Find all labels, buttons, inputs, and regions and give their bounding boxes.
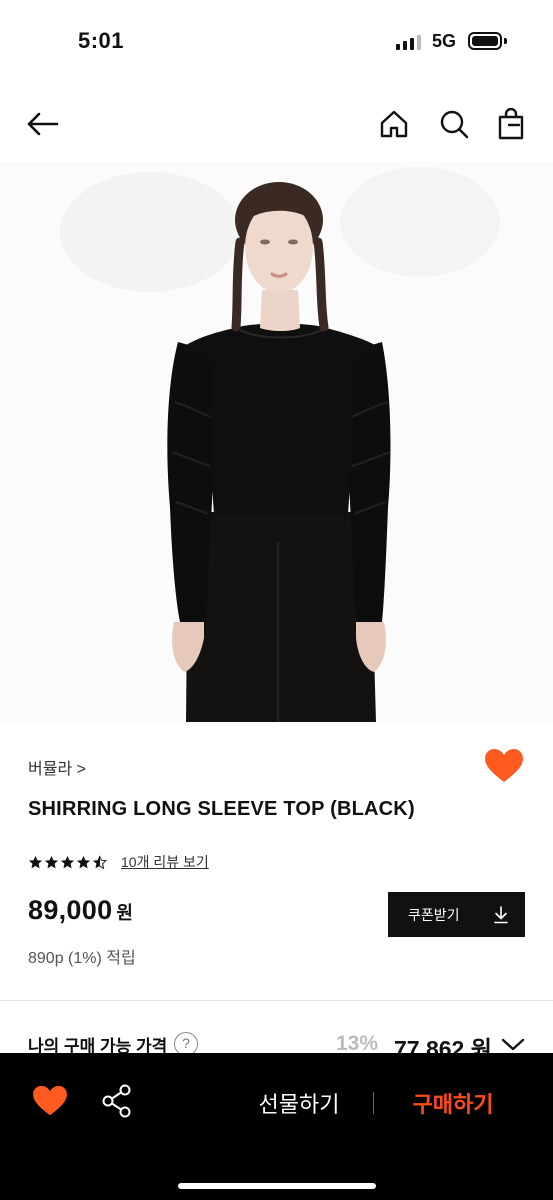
price-value: 89,000 (28, 895, 113, 925)
status-time: 5:01 (78, 28, 125, 53)
network-label: 5G (432, 31, 457, 51)
back-button[interactable] (22, 104, 62, 144)
heart-icon (485, 749, 523, 782)
star-rating (28, 855, 107, 870)
bottom-action-bar: 선물하기 구매하기 (0, 1053, 553, 1200)
home-button[interactable] (374, 104, 414, 144)
wishlist-button[interactable] (484, 748, 528, 788)
rating-row: 10개 리뷰 보기 (28, 850, 209, 874)
star-icon (44, 855, 59, 868)
home-indicator (178, 1183, 376, 1189)
heart-icon (33, 1085, 67, 1116)
star-icon (28, 855, 43, 868)
status-bar: 5:01 5G (0, 0, 553, 80)
review-link[interactable]: 10개 리뷰 보기 (121, 852, 209, 872)
chevron-down-icon[interactable] (500, 1034, 526, 1054)
home-icon (380, 110, 408, 138)
gift-button[interactable]: 선물하기 (240, 1087, 358, 1119)
star-icon (60, 855, 75, 868)
coupon-download-button[interactable]: 쿠폰받기 (388, 892, 525, 937)
shopping-bag-icon (498, 108, 524, 140)
nav-bar (0, 96, 553, 154)
half-star-icon (92, 855, 107, 869)
search-icon (440, 110, 469, 139)
points-info: 890p (1%) 적립 (28, 950, 136, 967)
buy-button[interactable]: 구매하기 (394, 1087, 512, 1119)
share-icon (102, 1084, 131, 1118)
share-button[interactable] (100, 1083, 136, 1121)
brand-link[interactable]: 버뮬라 > (28, 755, 86, 779)
bottom-bar-separator (373, 1092, 374, 1114)
product-image[interactable] (0, 162, 553, 722)
battery-tip (504, 38, 507, 44)
product-price: 89,000 원 (28, 895, 133, 926)
price-unit: 원 (116, 903, 133, 923)
star-icon (76, 855, 91, 868)
search-button[interactable] (434, 104, 474, 144)
cart-button[interactable] (491, 104, 531, 144)
signal-icon (396, 34, 421, 50)
product-title: SHIRRING LONG SLEEVE TOP (BLACK) (28, 798, 415, 820)
bottom-wishlist-button[interactable] (32, 1085, 70, 1119)
back-arrow-icon (27, 112, 59, 136)
battery-icon (468, 32, 502, 50)
download-icon (494, 905, 508, 923)
product-photo (0, 162, 553, 722)
section-divider (0, 1000, 553, 1001)
coupon-label: 쿠폰받기 (408, 906, 460, 923)
